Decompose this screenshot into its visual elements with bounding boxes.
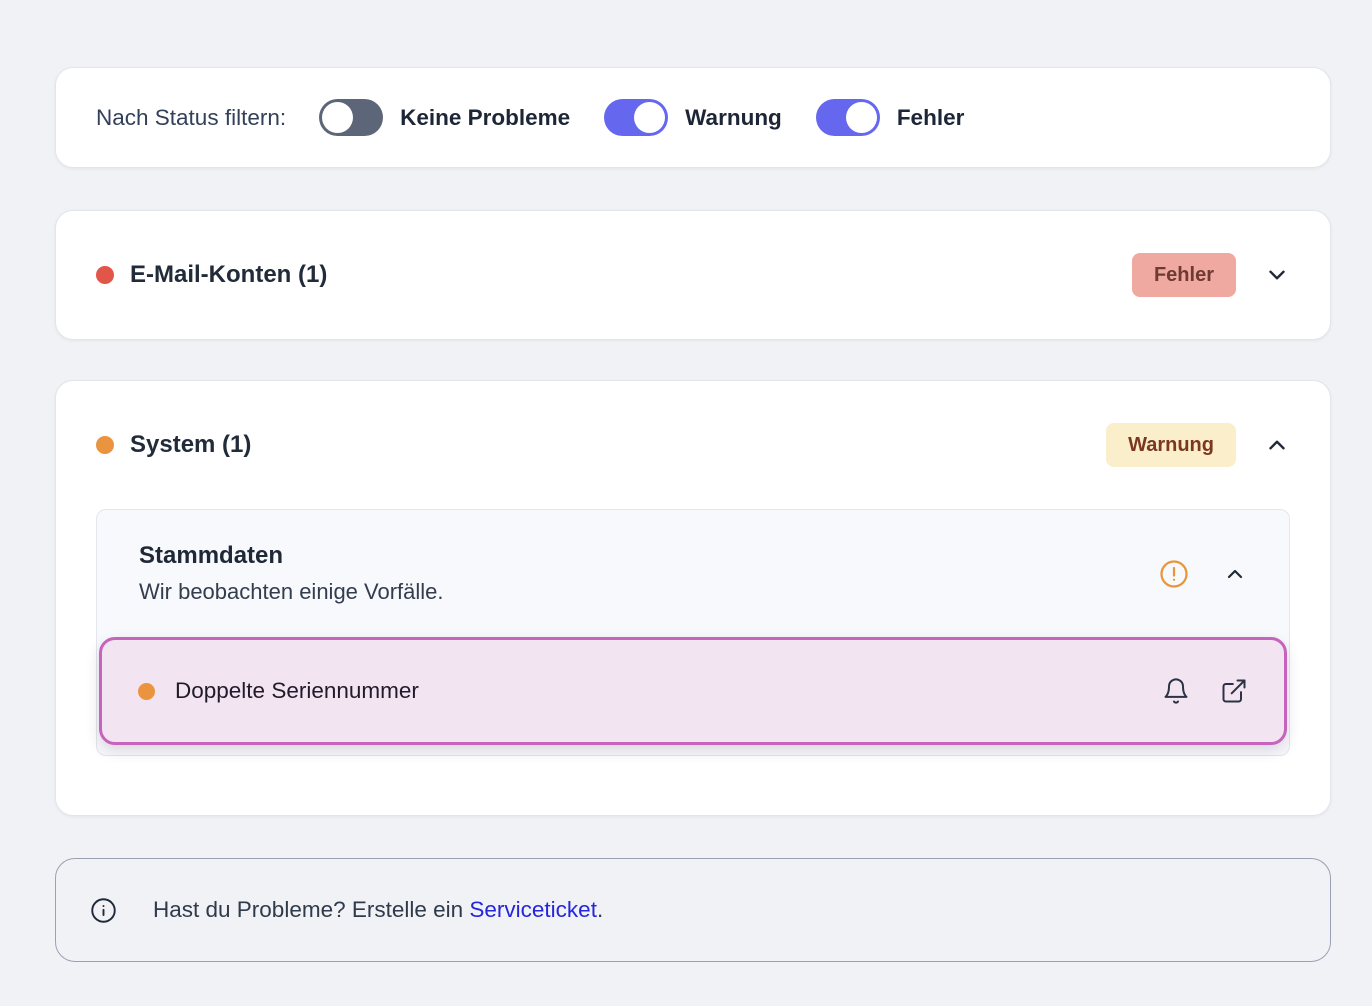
warning-status-dot	[138, 683, 155, 700]
help-banner: Hast du Probleme? Erstelle ein Serviceti…	[55, 858, 1331, 962]
status-badge: Fehler	[1132, 253, 1236, 297]
group-stammdaten: Stammdaten Wir beobachten einige Vorfäll…	[96, 509, 1290, 756]
warning-status-dot	[96, 436, 114, 454]
group-title: Stammdaten	[139, 542, 444, 570]
alert-circle-icon	[1159, 559, 1189, 589]
filter-label: Nach Status filtern:	[96, 105, 286, 131]
group-stammdaten-header[interactable]: Stammdaten Wir beobachten einige Vorfäll…	[97, 510, 1289, 635]
chevron-up-icon[interactable]	[1223, 562, 1247, 586]
external-link-icon	[1220, 677, 1248, 705]
group-titles: Stammdaten Wir beobachten einige Vorfäll…	[139, 542, 444, 605]
toggle-switch-warnung[interactable]	[604, 99, 668, 136]
error-status-dot	[96, 266, 114, 284]
open-external-button[interactable]	[1220, 677, 1248, 705]
chevron-down-icon[interactable]	[1264, 262, 1290, 288]
section-title: E-Mail-Konten (1)	[130, 261, 327, 289]
filter-toggle-warnung[interactable]: Warnung	[604, 99, 782, 136]
toggle-label: Keine Probleme	[400, 105, 570, 131]
issue-label: Doppelte Seriennummer	[175, 678, 419, 704]
section-system: System (1) Warnung Stammdaten Wir beobac…	[55, 380, 1331, 816]
status-badge: Warnung	[1106, 423, 1236, 467]
bell-icon	[1162, 677, 1190, 705]
notification-bell-button[interactable]	[1162, 677, 1190, 705]
status-filter-bar: Nach Status filtern: Keine Probleme Warn…	[55, 67, 1331, 168]
section-system-header[interactable]: System (1) Warnung	[96, 381, 1290, 509]
group-subtitle: Wir beobachten einige Vorfälle.	[139, 579, 444, 605]
toggle-knob	[846, 102, 877, 133]
toggle-knob	[322, 102, 353, 133]
serviceticket-link[interactable]: Serviceticket	[469, 897, 597, 922]
status-overview-page: Nach Status filtern: Keine Probleme Warn…	[0, 0, 1372, 1006]
help-text: Hast du Probleme? Erstelle ein Serviceti…	[153, 897, 603, 923]
chevron-up-icon[interactable]	[1264, 432, 1290, 458]
filter-toggle-keine-probleme[interactable]: Keine Probleme	[319, 99, 570, 136]
issue-row-doppelte-seriennummer[interactable]: Doppelte Seriennummer	[99, 637, 1287, 745]
toggle-label: Warnung	[685, 105, 782, 131]
filter-toggle-fehler[interactable]: Fehler	[816, 99, 965, 136]
help-text-after: .	[597, 897, 603, 922]
section-title: System (1)	[130, 431, 251, 459]
info-icon	[90, 897, 117, 924]
section-email-konten[interactable]: E-Mail-Konten (1) Fehler	[55, 210, 1331, 340]
toggle-knob	[634, 102, 665, 133]
toggle-switch-fehler[interactable]	[816, 99, 880, 136]
toggle-switch-keine-probleme[interactable]	[319, 99, 383, 136]
toggle-label: Fehler	[897, 105, 965, 131]
help-text-before: Hast du Probleme? Erstelle ein	[153, 897, 469, 922]
